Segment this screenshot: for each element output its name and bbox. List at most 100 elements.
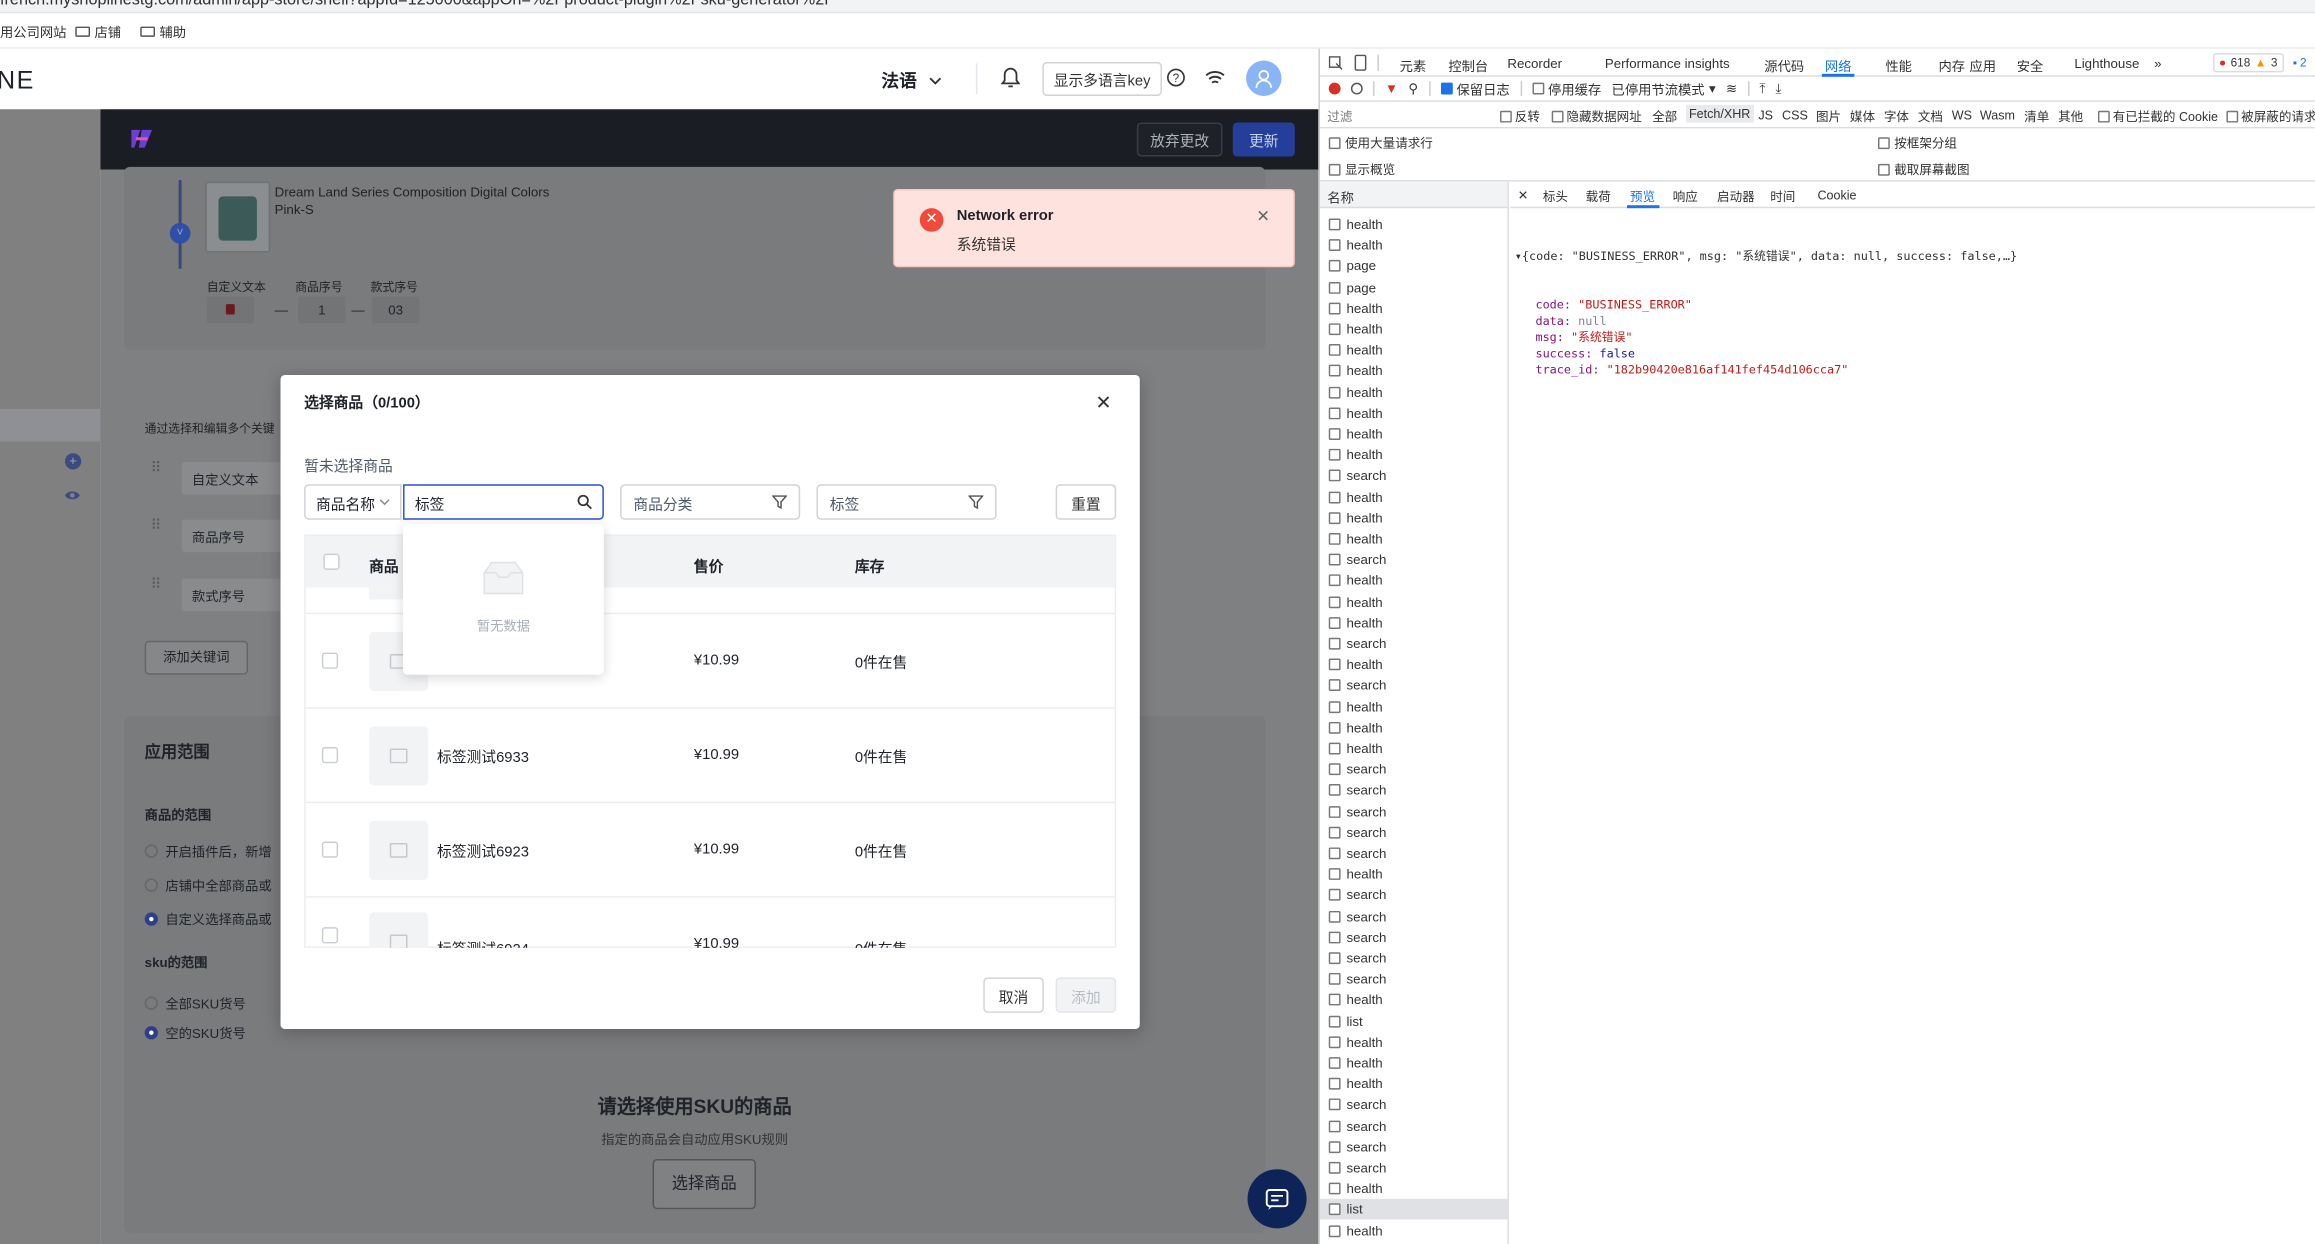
info-counter[interactable]: ▪ 2 xyxy=(2293,53,2307,72)
tab-sources[interactable]: 源代码 xyxy=(1764,56,1804,75)
json-summary[interactable]: ▾{code: "BUSINESS_ERROR", msg: "系统错误", d… xyxy=(1515,248,2017,264)
request-row[interactable]: search xyxy=(1320,1157,1508,1178)
bookmark-tools[interactable]: 辅助 xyxy=(140,22,186,41)
capture-screenshots-checkbox[interactable]: 截取屏幕截图 xyxy=(1877,161,1970,179)
request-row[interactable]: list xyxy=(1320,1011,1508,1032)
preserve-log-checkbox[interactable]: 保留日志 xyxy=(1440,79,1510,98)
request-row[interactable]: health xyxy=(1320,403,1508,424)
tab-timing[interactable]: 时间 xyxy=(1770,188,1795,206)
drag-handle-icon[interactable]: ⠿ xyxy=(151,461,163,492)
request-row[interactable]: search xyxy=(1320,633,1508,654)
eye-icon[interactable] xyxy=(63,489,81,502)
request-row[interactable]: health xyxy=(1320,1032,1508,1053)
request-row[interactable]: health xyxy=(1320,382,1508,403)
request-row[interactable]: health xyxy=(1320,340,1508,361)
request-row[interactable]: search xyxy=(1320,885,1508,906)
keyword-item[interactable]: 商品序号 xyxy=(181,519,285,553)
drag-handle-icon[interactable]: ⠿ xyxy=(151,578,163,609)
filter-doc[interactable]: 文档 xyxy=(1918,108,1943,126)
show-multilang-key-button[interactable]: 显示多语言key xyxy=(1042,62,1162,96)
filter-fetch-xhr[interactable]: Fetch/XHR xyxy=(1686,104,1754,123)
drag-handle-icon[interactable]: ⠿ xyxy=(151,519,163,550)
row-checkbox[interactable] xyxy=(321,841,339,858)
tab-performance-insights[interactable]: Performance insights xyxy=(1605,56,1730,71)
throttle-select[interactable]: 已停用节流模式 ▾ xyxy=(1612,79,1716,98)
export-icon[interactable]: ⤓ xyxy=(1776,80,1782,96)
inspect-icon[interactable] xyxy=(1328,56,1344,71)
add-circle-icon[interactable]: + xyxy=(64,453,82,470)
close-icon[interactable]: ✕ xyxy=(1095,393,1111,412)
tab-response[interactable]: 响应 xyxy=(1673,188,1698,206)
request-row[interactable]: health xyxy=(1320,990,1508,1011)
request-row[interactable]: page xyxy=(1320,256,1508,277)
tab-preview[interactable]: 预览 xyxy=(1630,188,1655,206)
add-button[interactable]: 添加 xyxy=(1055,977,1117,1013)
request-row[interactable]: search xyxy=(1320,843,1508,864)
group-by-frame-checkbox[interactable]: 按框架分组 xyxy=(1877,134,1957,152)
select-all-checkbox[interactable] xyxy=(323,553,340,570)
filter-other[interactable]: 其他 xyxy=(2058,108,2083,126)
request-row[interactable]: search xyxy=(1320,1095,1508,1116)
request-row[interactable]: search xyxy=(1320,801,1508,822)
chat-button[interactable] xyxy=(1247,1169,1307,1229)
sku-scope-option[interactable]: 空的SKU货号 xyxy=(144,1023,246,1042)
device-toggle-icon[interactable] xyxy=(1354,54,1369,71)
tab-performance[interactable]: 性能 xyxy=(1885,56,1912,75)
add-keyword-button[interactable]: 添加关键词 xyxy=(144,640,249,675)
show-overview-checkbox[interactable]: 显示概览 xyxy=(1328,161,1395,179)
invert-checkbox[interactable]: 反转 xyxy=(1500,108,1540,126)
request-row[interactable]: health xyxy=(1320,1053,1508,1074)
large-rows-checkbox[interactable]: 使用大量请求行 xyxy=(1328,134,1433,152)
request-row[interactable]: health xyxy=(1320,1220,1508,1241)
table-row[interactable]: 标签测试6933 ¥10.99 0件在售 xyxy=(305,709,1115,804)
close-icon[interactable]: ✕ xyxy=(1518,188,1529,204)
address-bar[interactable]: french.myshoplinestg.com/admin/app-store… xyxy=(0,0,2315,14)
request-row[interactable]: health xyxy=(1320,529,1508,550)
tab-cookies[interactable]: Cookie xyxy=(1817,188,1856,203)
tag-filter[interactable]: 标签 xyxy=(816,484,997,520)
table-row-clipped[interactable]: 标签测试6924 ¥10.99 0件在售 xyxy=(306,898,1115,948)
filter-all[interactable]: 全部 xyxy=(1652,108,1677,126)
filter-img[interactable]: 图片 xyxy=(1816,108,1841,126)
product-scope-option[interactable]: 自定义选择商品或 xyxy=(144,909,272,928)
blocked-requests-checkbox[interactable]: 被屏蔽的请求 xyxy=(2226,108,2315,126)
row-checkbox[interactable] xyxy=(321,747,339,764)
language-selector[interactable]: 法语 xyxy=(881,68,942,93)
request-row[interactable]: health xyxy=(1320,864,1508,885)
blocked-cookies-checkbox[interactable]: 有已拦截的 Cookie xyxy=(2097,108,2218,126)
request-row[interactable]: health xyxy=(1320,696,1508,717)
keyword-item[interactable]: 自定义文本 xyxy=(181,462,285,495)
bookmark-store[interactable]: 店铺 xyxy=(75,22,121,41)
search-icon[interactable]: ⚲ xyxy=(1408,80,1418,96)
request-row[interactable]: health xyxy=(1320,717,1508,738)
sku-scope-option[interactable]: 全部SKU货号 xyxy=(144,994,246,1013)
request-row[interactable]: health xyxy=(1320,424,1508,445)
table-row[interactable]: 标签测试6924 ¥10.99 0件在售 xyxy=(306,898,1115,948)
discard-changes-button[interactable]: 放弃更改 xyxy=(1136,122,1223,157)
request-row[interactable]: health xyxy=(1320,298,1508,319)
row-checkbox[interactable] xyxy=(321,927,339,944)
request-row[interactable]: search xyxy=(1320,1137,1508,1158)
avatar[interactable] xyxy=(1246,60,1282,96)
filter-field-select[interactable]: 商品名称 xyxy=(304,484,402,520)
help-icon[interactable]: ? xyxy=(1166,68,1185,87)
filter-js[interactable]: JS xyxy=(1758,108,1773,123)
request-row[interactable]: search xyxy=(1320,1116,1508,1137)
filter-media[interactable]: 媒体 xyxy=(1850,108,1875,126)
product-scope-option[interactable]: 开启插件后，新增 xyxy=(144,842,272,861)
tab-initiator[interactable]: 启动器 xyxy=(1717,188,1755,206)
tab-payload[interactable]: 载荷 xyxy=(1586,188,1611,206)
select-products-button[interactable]: 选择商品 xyxy=(652,1158,756,1210)
clear-icon[interactable] xyxy=(1350,82,1363,95)
network-conditions-icon[interactable]: ≋ xyxy=(1726,80,1737,96)
tab-elements[interactable]: 元素 xyxy=(1400,56,1427,75)
disable-cache-checkbox[interactable]: 停用缓存 xyxy=(1531,79,1601,98)
request-row[interactable]: search xyxy=(1320,675,1508,696)
filter-font[interactable]: 字体 xyxy=(1884,108,1909,126)
tab-application[interactable]: 应用 xyxy=(1970,56,1997,75)
request-row[interactable]: health xyxy=(1320,508,1508,529)
reset-button[interactable]: 重置 xyxy=(1055,484,1117,520)
filter-css[interactable]: CSS xyxy=(1782,108,1808,123)
request-row[interactable]: search xyxy=(1320,948,1508,969)
wifi-icon[interactable] xyxy=(1205,69,1226,85)
